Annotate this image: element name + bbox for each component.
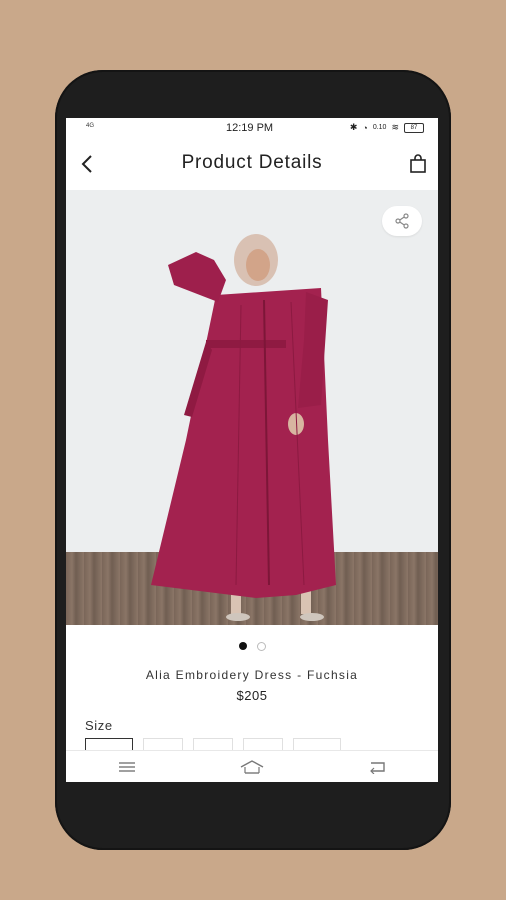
app-header: Product Details xyxy=(66,140,438,188)
alarm-icon: ◔ xyxy=(362,122,368,133)
product-price: $205 xyxy=(236,688,268,703)
back-nav-icon[interactable] xyxy=(367,760,387,774)
wifi-icon: ≋ xyxy=(391,122,399,132)
home-icon[interactable] xyxy=(239,759,265,775)
share-icon xyxy=(395,213,409,229)
shopping-bag-icon xyxy=(410,154,426,173)
app-screen: 4G 12:19 PM ✱ ◔ 0.10 ≋ 87 Product Detail… xyxy=(66,118,438,782)
product-image-carousel[interactable] xyxy=(66,190,438,625)
system-nav-bar xyxy=(66,750,438,782)
cart-button[interactable] xyxy=(408,154,428,174)
battery-icon: 87 xyxy=(404,122,424,133)
menu-icon[interactable] xyxy=(117,760,137,774)
net-speed: 0.10 xyxy=(372,124,387,131)
status-icons: ✱ ◔ 0.10 ≋ 87 xyxy=(350,122,424,133)
share-button[interactable] xyxy=(382,206,422,236)
size-label: Size xyxy=(85,718,113,733)
product-photo xyxy=(151,234,336,621)
carousel-dot[interactable] xyxy=(256,642,266,651)
bluetooth-icon: ✱ xyxy=(349,122,358,132)
page-title: Product Details xyxy=(181,152,323,173)
network-indicator: 4G xyxy=(86,123,95,129)
carousel-dot-active[interactable] xyxy=(238,642,247,650)
carousel-dots xyxy=(66,642,438,651)
status-bar: 4G 12:19 PM ✱ ◔ 0.10 ≋ 87 xyxy=(66,118,438,138)
product-name: Alia Embroidery Dress - Fuchsia xyxy=(145,668,359,682)
status-time: 12:19 PM xyxy=(226,122,274,134)
